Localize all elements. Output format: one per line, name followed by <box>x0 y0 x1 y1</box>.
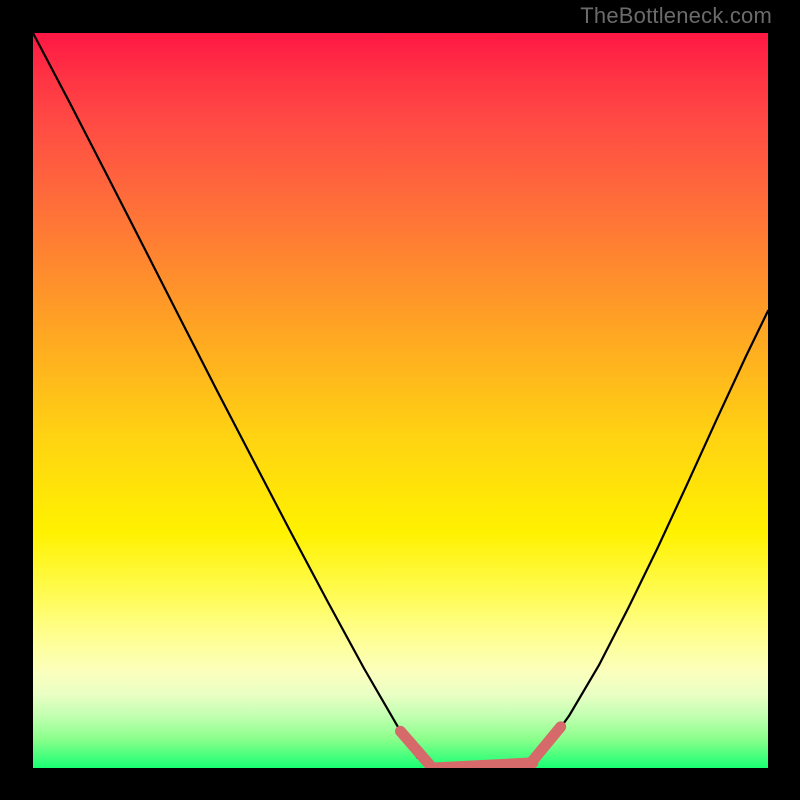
highlight-segment <box>533 727 561 761</box>
site-watermark: TheBottleneck.com <box>580 3 772 29</box>
plot-area <box>33 33 768 768</box>
chart-frame: TheBottleneck.com <box>0 0 800 800</box>
bottleneck-curve <box>33 33 768 768</box>
curve-svg <box>33 33 768 768</box>
highlight-segments <box>401 727 561 768</box>
highlight-segment <box>434 763 533 768</box>
highlight-segment <box>401 731 430 765</box>
